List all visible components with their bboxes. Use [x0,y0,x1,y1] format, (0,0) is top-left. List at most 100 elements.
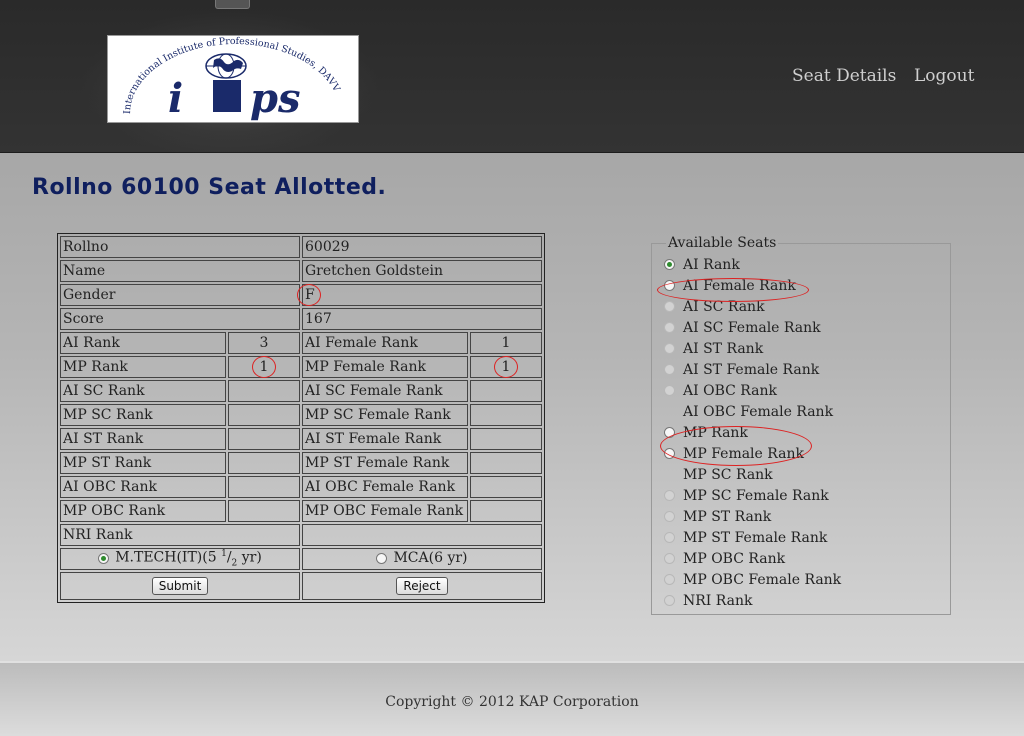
seat-option: MP ST Female Rank [664,527,950,548]
rank-row: MP ST Rank MP ST Female Rank [60,452,542,474]
table-row: Gender F [60,284,542,306]
logo-wordmark-ps: ps [250,75,301,122]
seat-option: AI ST Rank [664,338,950,359]
seat-radio [664,301,675,312]
seat-option-label: MP SC Female Rank [683,487,829,504]
gender-value: F [297,284,321,306]
nri-rank-value [302,524,542,546]
table-row: NRI Rank [60,524,542,546]
rank-value [228,452,300,474]
seat-option: MP OBC Female Rank [664,569,950,590]
course-mtech-label: M.TECH(IT)(5 1/2 yr) [115,549,262,569]
seat-option-label: AI Rank [683,256,740,273]
rank-value [228,428,300,450]
seat-radio [664,532,675,543]
seat-option-label: MP ST Rank [683,508,772,525]
seat-option[interactable]: AI Rank [664,254,950,275]
nav-logout-link[interactable]: Logout [914,66,974,86]
female-rank-label: MP SC Female Rank [302,404,468,426]
rank-label: MP ST Rank [60,452,226,474]
name-label: Name [60,260,300,282]
top-handle [215,0,250,9]
annotation-circle-ai-female [657,278,809,302]
seat-radio [664,511,675,522]
seat-radio [664,490,675,501]
annotation-circle-mp-ranks [660,426,812,466]
rank-label: MP OBC Rank [60,500,226,522]
rank-label: MP Rank [60,356,226,378]
score-label: Score [60,308,300,330]
female-rank-value: 1 [470,356,542,378]
submit-button[interactable]: Submit [151,577,209,595]
rank-value: 3 [228,332,300,354]
female-rank-label: MP ST Female Rank [302,452,468,474]
seat-option-label: AI OBC Female Rank [683,403,834,420]
rank-row: AI OBC Rank AI OBC Female Rank [60,476,542,498]
course-mtech-radio[interactable] [98,553,110,565]
female-rank-label: MP OBC Female Rank [302,500,468,522]
available-seats-legend: Available Seats [668,235,777,251]
table-row: Name Gretchen Goldstein [60,260,542,282]
seat-radio [664,595,675,606]
seat-option-label: MP OBC Female Rank [683,571,842,588]
reject-button[interactable]: Reject [396,577,448,595]
female-rank-label: AI ST Female Rank [302,428,468,450]
student-info-table: Rollno 60029 Name Gretchen Goldstein Gen… [57,233,545,603]
female-rank-label: AI OBC Female Rank [302,476,468,498]
seat-option: MP OBC Rank [664,548,950,569]
nri-rank-label: NRI Rank [60,524,300,546]
gender-label: Gender [60,284,300,306]
seat-radio [664,322,675,333]
iips-logo: International Institute of Professional … [107,35,359,123]
seat-option-label: MP OBC Rank [683,550,786,567]
female-rank-label: MP Female Rank [302,356,468,378]
seat-radio [664,553,675,564]
page-title: Rollno 60100 Seat Allotted. [32,175,387,200]
seat-option-label: AI SC Female Rank [683,319,821,336]
seat-option: NRI Rank [664,590,950,611]
rank-value [228,380,300,402]
female-rank-value [470,428,542,450]
female-rank-value [470,452,542,474]
course-mca-radio[interactable] [376,552,388,564]
seat-option-label: AI ST Rank [683,340,764,357]
seat-option-label: MP ST Female Rank [683,529,828,546]
female-rank-value [470,500,542,522]
course-option-mca[interactable]: MCA(6 yr) [302,548,542,570]
footer: Copyright © 2012 KAP Corporation [0,661,1024,736]
course-option-mtech[interactable]: M.TECH(IT)(5 1/2 yr) [60,548,300,570]
rank-label: AI OBC Rank [60,476,226,498]
rank-rows: AI Rank 3 AI Female Rank 1 MP Rank 1 MP Female… [60,332,542,522]
seat-radio [664,385,675,396]
seat-radio[interactable] [664,259,675,270]
female-rank-label: AI SC Female Rank [302,380,468,402]
globe-icon [205,53,247,79]
buttons-row: Submit Reject [60,572,542,600]
rank-value [228,476,300,498]
seat-option: AI OBC Rank [664,380,950,401]
female-rank-label: AI Female Rank [302,332,468,354]
rank-row: AI SC Rank AI SC Female Rank [60,380,542,402]
female-rank-value [470,476,542,498]
seat-radio [664,343,675,354]
gender-cell: F [297,284,542,306]
header: International Institute of Professional … [0,0,1024,160]
rank-value [228,500,300,522]
female-rank-value [470,404,542,426]
rank-label: AI ST Rank [60,428,226,450]
course-mca-label: MCA(6 yr) [393,550,468,567]
rollno-value: 60029 [302,236,542,258]
seat-option: MP SC Rank [664,464,950,485]
seat-option: MP SC Female Rank [664,485,950,506]
female-rank-value [470,380,542,402]
iips-logo-graphic: International Institute of Professional … [122,36,342,122]
score-value: 167 [302,308,542,330]
rollno-label: Rollno [60,236,300,258]
seat-option-label: AI ST Female Rank [683,361,820,378]
rank-row: AI ST Rank AI ST Female Rank [60,428,542,450]
table-row: Score 167 [60,308,542,330]
rank-row: AI Rank 3 AI Female Rank 1 [60,332,542,354]
nav-seat-details-link[interactable]: Seat Details [792,66,896,86]
seat-option-label: NRI Rank [683,592,753,609]
seat-option: AI SC Female Rank [664,317,950,338]
